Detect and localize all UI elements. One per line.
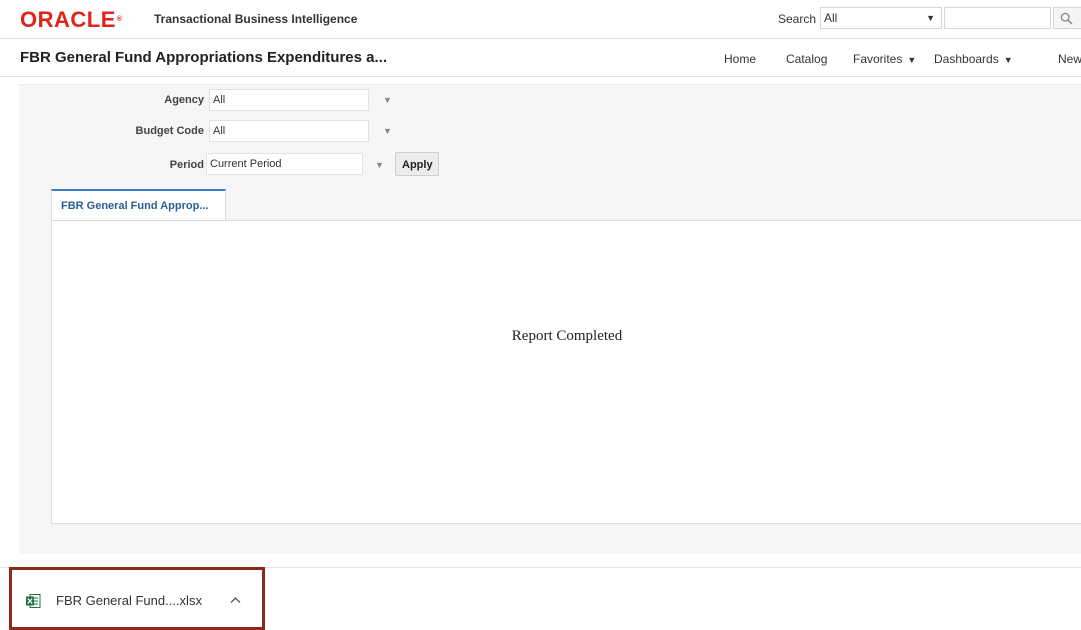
- nav-favorites-label: Favorites: [853, 52, 903, 66]
- chevron-up-icon[interactable]: [230, 596, 241, 604]
- nav-dashboards-menu[interactable]: Dashboards ▼: [934, 52, 1013, 66]
- search-icon: [1060, 12, 1073, 25]
- caret-down-icon: ▼: [1003, 55, 1013, 65]
- agency-prompt-label: Agency: [164, 94, 204, 106]
- agency-prompt-value: All: [213, 94, 226, 106]
- nav-home-link[interactable]: Home: [724, 52, 756, 66]
- product-name: Transactional Business Intelligence: [154, 12, 358, 26]
- nav-new-label: New: [1058, 52, 1081, 66]
- nav-new-menu[interactable]: New: [1058, 52, 1081, 66]
- nav-catalog-label: Catalog: [786, 52, 828, 66]
- tab-fbr-general-fund[interactable]: FBR General Fund Approp...: [51, 189, 226, 221]
- caret-down-icon: ▼: [907, 55, 917, 65]
- nav-dashboards-label: Dashboards: [934, 52, 999, 66]
- nav-home-label: Home: [724, 52, 757, 66]
- period-prompt-value: Current Period: [210, 158, 282, 170]
- search-scope-select[interactable]: All ▼: [820, 7, 942, 29]
- nav-favorites-menu[interactable]: Favorites ▼: [853, 52, 916, 66]
- period-prompt-label: Period: [169, 159, 204, 171]
- apply-button[interactable]: Apply: [395, 152, 439, 176]
- budget-code-prompt-field[interactable]: All: [209, 120, 369, 142]
- agency-prompt-field[interactable]: All: [209, 89, 369, 111]
- agency-dropdown-icon[interactable]: ▼: [383, 95, 392, 105]
- search-button[interactable]: [1053, 7, 1081, 29]
- budget-code-dropdown-icon[interactable]: ▼: [383, 126, 392, 136]
- search-input[interactable]: [944, 7, 1051, 29]
- page-title: FBR General Fund Appropriations Expendit…: [20, 49, 387, 66]
- top-bar: ORACLE® Transactional Business Intellige…: [0, 0, 1081, 39]
- budget-code-prompt-label: Budget Code: [135, 125, 204, 137]
- download-item[interactable]: FBR General Fund....xlsx: [9, 567, 265, 630]
- dashboard-content: Agency All ▼ Budget Code All ▼ Period Cu…: [19, 84, 1081, 554]
- nav-catalog-link[interactable]: Catalog: [786, 52, 827, 66]
- search-scope-value: All: [824, 11, 838, 25]
- download-filename: FBR General Fund....xlsx: [56, 593, 202, 608]
- period-dropdown-icon[interactable]: ▼: [375, 160, 384, 170]
- period-prompt-field[interactable]: Current Period: [206, 153, 363, 175]
- trademark-icon: ®: [116, 16, 123, 23]
- title-bar: FBR General Fund Appropriations Expendit…: [0, 39, 1081, 77]
- oracle-logo-text: ORACLE: [20, 7, 116, 32]
- oracle-logo[interactable]: ORACLE®: [20, 9, 123, 31]
- tab-label: FBR General Fund Approp...: [61, 200, 209, 212]
- budget-code-prompt-value: All: [213, 125, 226, 137]
- excel-file-icon: [26, 594, 41, 608]
- caret-down-icon: ▼: [926, 13, 935, 23]
- report-area: Report Completed: [51, 220, 1081, 524]
- report-status-message: Report Completed: [511, 328, 623, 344]
- search-label: Search: [778, 12, 817, 26]
